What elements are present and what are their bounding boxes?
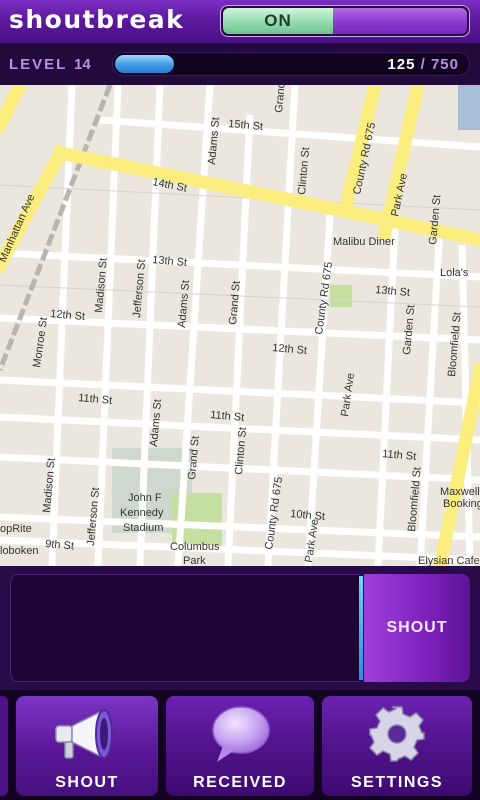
nav-label: SETTINGS	[350, 774, 443, 791]
place-label: Elysian Cafe	[418, 555, 480, 566]
place-label: Columbus	[170, 541, 220, 553]
place-label: opRite	[0, 523, 32, 535]
megaphone-icon	[55, 708, 113, 760]
toggle-on-label: ON	[223, 8, 333, 34]
level-number: 14	[74, 56, 91, 73]
nav-label: RECEIVED	[193, 774, 287, 791]
app-header: shoutbreak ON	[0, 0, 480, 44]
place-label: Lola's	[440, 267, 469, 279]
speech-bubble-icon	[212, 706, 270, 762]
shout-text-input[interactable]	[10, 574, 360, 682]
level-label: LEVEL	[9, 56, 68, 73]
nav-shout[interactable]: SHOUT	[16, 696, 158, 796]
nav-label: SHOUT	[55, 774, 119, 791]
place-label: Kennedy	[120, 507, 164, 519]
xp-separator: /	[420, 56, 426, 73]
nav-edge	[0, 696, 8, 796]
place-label: Maxwell's	[440, 486, 480, 498]
xp-total: 750	[430, 56, 459, 73]
map-view[interactable]: 15th St 14th St 13th St 13th St 12th St …	[0, 85, 480, 566]
xp-progress-bar: 125 / 750	[112, 52, 470, 76]
map-label: 9th St	[45, 538, 75, 552]
place-label: Malibu Diner	[333, 236, 395, 248]
app-title: shoutbreak	[9, 5, 185, 34]
power-toggle[interactable]: ON	[220, 5, 470, 37]
xp-current: 125	[387, 56, 416, 73]
nav-settings[interactable]: SETTINGS	[322, 696, 472, 796]
street-map: 15th St 14th St 13th St 13th St 12th St …	[0, 85, 480, 566]
place-label: Park	[183, 555, 206, 566]
place-label: Stadium	[123, 522, 163, 534]
xp-readout: 125 / 750	[387, 56, 459, 73]
text-cursor	[359, 576, 363, 680]
place-label: Booking	[443, 498, 480, 510]
shout-send-button[interactable]: SHOUT	[364, 574, 470, 682]
nav-received[interactable]: RECEIVED	[166, 696, 314, 796]
place-label: loboken	[0, 545, 39, 557]
bottom-nav: SHOUT RECEIVED SETTINGS	[0, 690, 480, 800]
level-bar: LEVEL 14 125 / 750	[0, 44, 480, 85]
shout-composer: SHOUT	[0, 566, 480, 690]
xp-progress-fill	[115, 55, 174, 73]
gear-icon	[369, 706, 425, 762]
place-label: John F	[128, 492, 162, 504]
toggle-knob[interactable]	[333, 8, 467, 34]
